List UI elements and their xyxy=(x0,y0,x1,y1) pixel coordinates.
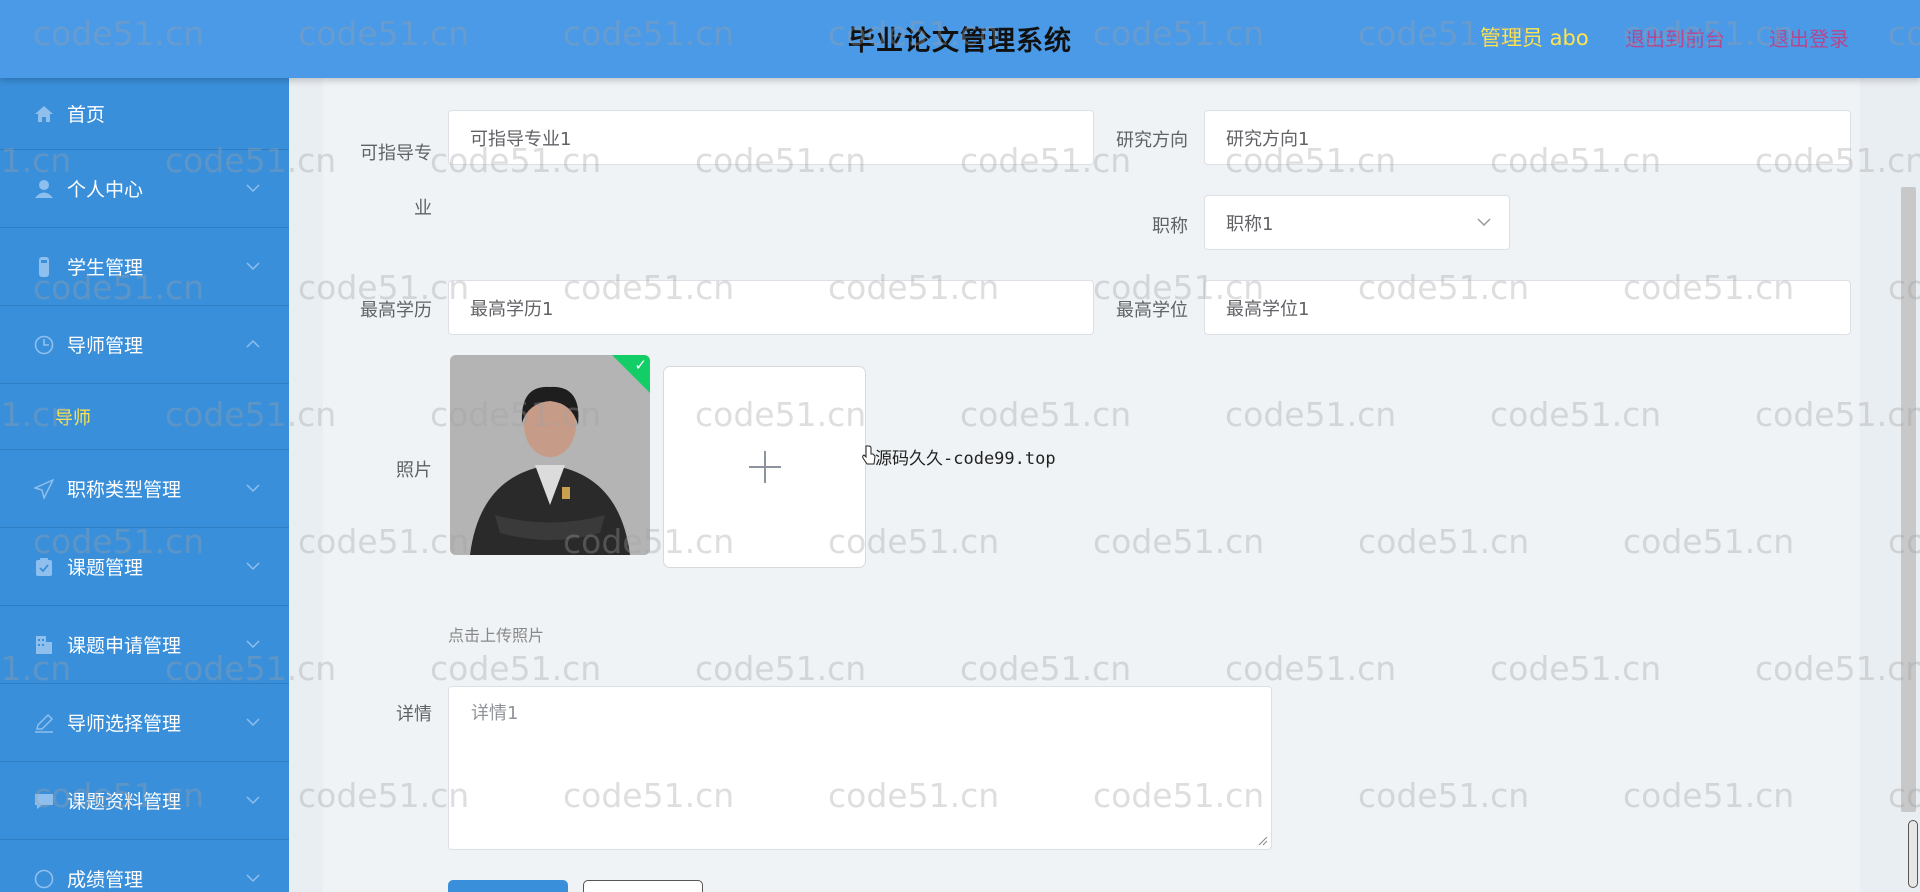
sidebar-item-label: 课题管理 xyxy=(67,557,144,579)
student-icon xyxy=(33,256,55,278)
hand-cursor-icon xyxy=(862,445,876,465)
sidebar-item-topic-materials[interactable]: 课题资料管理 xyxy=(0,762,289,840)
sidebar: 首页 个人中心 学生管理 导师管理 导师 职称类型管理 课题管理 课题申请管理 … xyxy=(0,78,289,892)
sidebar-item-topics[interactable]: 课题管理 xyxy=(0,528,289,606)
sidebar-item-label: 职称类型管理 xyxy=(67,479,182,501)
research-label: 研究方向 xyxy=(1116,130,1188,151)
teacher-photo[interactable]: ✓ xyxy=(450,355,650,555)
back-to-frontend-link[interactable]: 退出到前台 xyxy=(1625,23,1725,52)
chevron-down-icon xyxy=(246,873,260,882)
edit-icon xyxy=(33,712,55,734)
sidebar-item-label: 课题资料管理 xyxy=(67,791,182,813)
home-icon xyxy=(33,103,55,125)
photo-label: 照片 xyxy=(396,460,432,481)
sidebar-item-label: 导师管理 xyxy=(67,335,144,357)
title-select-value: 职称1 xyxy=(1226,213,1274,235)
submit-button[interactable] xyxy=(448,880,568,892)
degree-label: 最高学位 xyxy=(1116,300,1188,321)
chevron-down-icon xyxy=(246,717,260,726)
sidebar-item-label: 学生管理 xyxy=(67,257,144,279)
sidebar-item-students[interactable]: 学生管理 xyxy=(0,228,289,306)
user-icon xyxy=(33,178,55,200)
sidebar-item-mentors[interactable]: 导师管理 xyxy=(0,306,289,384)
sidebar-item-label: 首页 xyxy=(67,104,106,126)
logout-link[interactable]: 退出登录 xyxy=(1769,23,1849,52)
chevron-down-icon xyxy=(1477,218,1491,227)
sidebar-item-title-types[interactable]: 职称类型管理 xyxy=(0,450,289,528)
education-input[interactable]: 最高学历1 xyxy=(448,280,1094,335)
chevron-down-icon xyxy=(246,561,260,570)
detail-textarea[interactable]: 详情1 xyxy=(448,686,1272,850)
title-label: 职称 xyxy=(1152,216,1188,237)
sidebar-item-label: 导师选择管理 xyxy=(67,713,182,735)
admin-username: 管理员 abo xyxy=(1480,26,1589,50)
send-icon xyxy=(33,478,55,500)
overlay-watermark-text: 源码久久-code99.top xyxy=(875,449,1056,469)
major-label: 可指导专业 xyxy=(360,143,432,219)
sidebar-item-profile[interactable]: 个人中心 xyxy=(0,150,289,228)
sidebar-subitem-label: 导师 xyxy=(55,407,91,429)
sidebar-item-mentor-selection[interactable]: 导师选择管理 xyxy=(0,684,289,762)
detail-label: 详情 xyxy=(396,704,432,725)
research-input[interactable]: 研究方向1 xyxy=(1204,110,1851,165)
chevron-down-icon xyxy=(246,639,260,648)
cancel-button[interactable] xyxy=(583,880,703,892)
education-label: 最高学历 xyxy=(360,300,432,321)
sidebar-item-home[interactable]: 首页 xyxy=(0,78,289,150)
top-header: 毕业论文管理系统 管理员 abo 退出到前台 退出登录 xyxy=(0,0,1920,78)
sidebar-item-label: 成绩管理 xyxy=(67,869,144,891)
clock-icon xyxy=(33,334,55,356)
resize-handle-icon[interactable] xyxy=(1258,836,1268,846)
title-select[interactable]: 职称1 xyxy=(1204,195,1510,250)
sidebar-subitem-mentor[interactable]: 导师 xyxy=(0,384,289,450)
grade-icon xyxy=(33,868,55,890)
chevron-down-icon xyxy=(246,483,260,492)
page-scrollbar[interactable] xyxy=(1901,187,1916,812)
sidebar-item-grades[interactable]: 成绩管理 xyxy=(0,840,289,892)
photo-upload-button[interactable] xyxy=(663,366,866,568)
plus-icon xyxy=(748,451,781,483)
clipboard-icon xyxy=(33,556,55,578)
sidebar-item-label: 课题申请管理 xyxy=(67,635,182,657)
chat-icon xyxy=(33,790,55,812)
chevron-up-icon xyxy=(246,339,260,348)
major-input[interactable]: 可指导专业1 xyxy=(448,110,1094,165)
sidebar-item-label: 个人中心 xyxy=(67,179,144,201)
sidebar-item-topic-applications[interactable]: 课题申请管理 xyxy=(0,606,289,684)
building-icon xyxy=(33,634,55,656)
chevron-down-icon xyxy=(246,795,260,804)
check-icon: ✓ xyxy=(634,356,647,374)
upload-tip: 点击上传照片 xyxy=(448,626,545,645)
degree-input[interactable]: 最高学位1 xyxy=(1204,280,1851,335)
chevron-down-icon xyxy=(246,183,260,192)
chevron-down-icon xyxy=(246,261,260,270)
scrollbar-thumb[interactable] xyxy=(1908,820,1918,888)
